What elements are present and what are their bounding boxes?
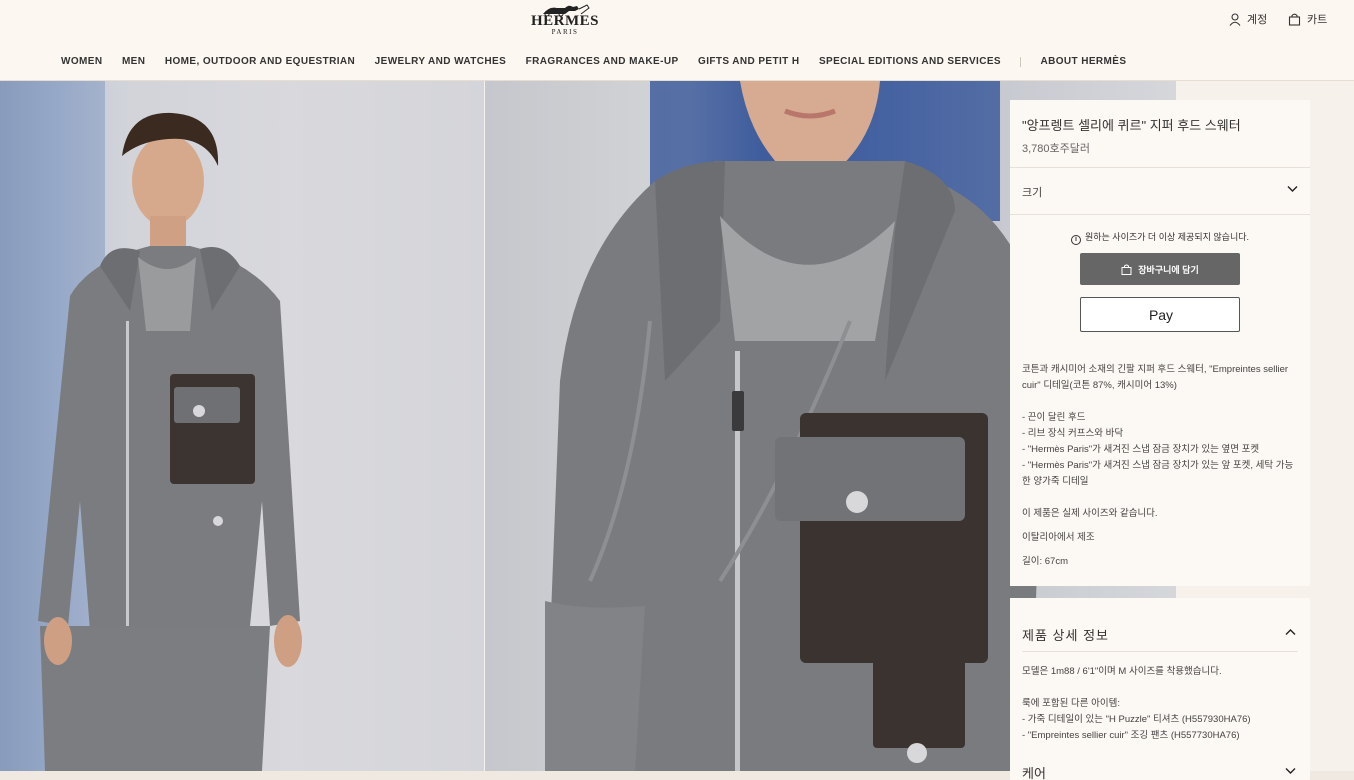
cart-label: 카트 (1307, 14, 1328, 26)
nav-item-special-editions[interactable]: SPECIAL EDITIONS AND SERVICES (819, 56, 1001, 67)
description-bullet: - 리브 장식 커프스와 바닥 (1022, 428, 1124, 439)
divider (1022, 651, 1298, 652)
details-heading[interactable]: 제품 상세 정보 (1022, 625, 1109, 644)
product-price: 3,780호주달러 (1022, 143, 1091, 155)
bag-icon (1121, 264, 1132, 275)
chevron-up-icon[interactable] (1285, 628, 1296, 636)
nav-item-fragrances-makeup[interactable]: FRAGRANCES AND MAKE-UP (526, 56, 679, 67)
site-header: HERMES PARIS 계정 카트 WOMEN MEN HOME, OUTDO… (0, 0, 1354, 81)
account-link[interactable]: 계정 (1229, 11, 1267, 27)
add-to-cart-label: 장바구니에 담기 (1138, 264, 1199, 275)
description-intro: 코튼과 캐시미어 소재의 긴팔 지퍼 후드 스웨터, "Empreintes s… (1022, 364, 1289, 391)
add-to-cart-button[interactable]: 장바구니에 담기 (1080, 253, 1240, 285)
size-selector[interactable]: 크기 (1010, 168, 1310, 214)
chevron-down-icon[interactable] (1285, 767, 1296, 775)
nav-item-jewelry-watches[interactable]: JEWELRY AND WATCHES (375, 56, 507, 67)
nav-item-home-outdoor-equestrian[interactable]: HOME, OUTDOOR AND EQUESTRIAN (165, 56, 355, 67)
product-details-section: 제품 상세 정보 모델은 1m88 / 6'1"이며 M 사이즈를 착용했습니다… (1010, 598, 1310, 780)
included-items-label: 룩에 포함된 다른 아이템: (1022, 698, 1120, 709)
product-title: "앙프렝트 셀리에 퀴르" 지퍼 후드 스웨터 (1022, 118, 1241, 133)
model-illustration (0, 81, 484, 771)
nav-item-gifts-petit-h[interactable]: GIFTS AND PETIT H (698, 56, 799, 67)
chevron-down-icon (1287, 186, 1298, 192)
nav-divider (1020, 56, 1022, 67)
included-item: - "Empreintes sellier cuir" 조깅 팬츠 (H5577… (1022, 730, 1240, 741)
size-label: 크기 (1022, 187, 1043, 199)
apple-pay-button[interactable]: Pay (1080, 297, 1240, 332)
hermes-logo[interactable]: HERMES PARIS (520, 2, 610, 42)
length-note: 길이: 67cm (1022, 556, 1068, 567)
account-label: 계정 (1247, 14, 1268, 26)
product-description: 코튼과 캐시미어 소재의 긴팔 지퍼 후드 스웨터, "Empreintes s… (1022, 362, 1302, 570)
care-heading[interactable]: 케어 (1022, 763, 1046, 780)
description-bullet: - 끈이 달린 후드 (1022, 412, 1086, 423)
description-bullet: - "Hermès Paris"가 새겨진 스냅 잠금 장치가 있는 옆면 포켓 (1022, 444, 1260, 455)
info-icon: i (1070, 235, 1081, 245)
divider (1010, 214, 1310, 215)
brand-name: HERMES (530, 13, 599, 29)
availability-notice: i 원하는 사이즈가 더 이상 제공되지 않습니다. (1010, 230, 1310, 245)
description-bullet: - "Hermès Paris"가 새겨진 스냅 잠금 장치가 있는 앞 포켓,… (1022, 460, 1294, 487)
model-info: 모델은 1m88 / 6'1"이며 M 사이즈를 착용했습니다. (1022, 666, 1222, 677)
apple-pay-label: Pay (1148, 306, 1174, 323)
fit-note: 이 제품은 실제 사이즈와 같습니다. (1022, 508, 1158, 519)
product-image-full-look[interactable] (0, 81, 484, 771)
availability-notice-text: 원하는 사이즈가 더 이상 제공되지 않습니다. (1084, 232, 1250, 242)
product-info-panel: "앙프렝트 셀리에 퀴르" 지퍼 후드 스웨터 3,780호주달러 크기 i 원하… (1010, 100, 1310, 586)
cart-link[interactable]: 카트 (1288, 11, 1327, 27)
nav-item-about-hermes[interactable]: ABOUT HERMÈS (1040, 56, 1126, 67)
main-nav: WOMEN MEN HOME, OUTDOOR AND EQUESTRIAN J… (61, 56, 1146, 67)
included-item: - 가죽 디테일이 있는 "H Puzzle" 티셔츠 (H557930HA76… (1022, 714, 1251, 725)
bag-icon (1288, 13, 1301, 26)
origin-note: 이탈리아에서 제조 (1022, 532, 1095, 543)
user-icon (1229, 12, 1241, 26)
brand-city: PARIS (551, 28, 579, 36)
details-body: 모델은 1m88 / 6'1"이며 M 사이즈를 착용했습니다. 룩에 포함된 … (1022, 664, 1302, 744)
nav-item-men[interactable]: MEN (122, 56, 145, 67)
nav-item-women[interactable]: WOMEN (61, 56, 102, 67)
